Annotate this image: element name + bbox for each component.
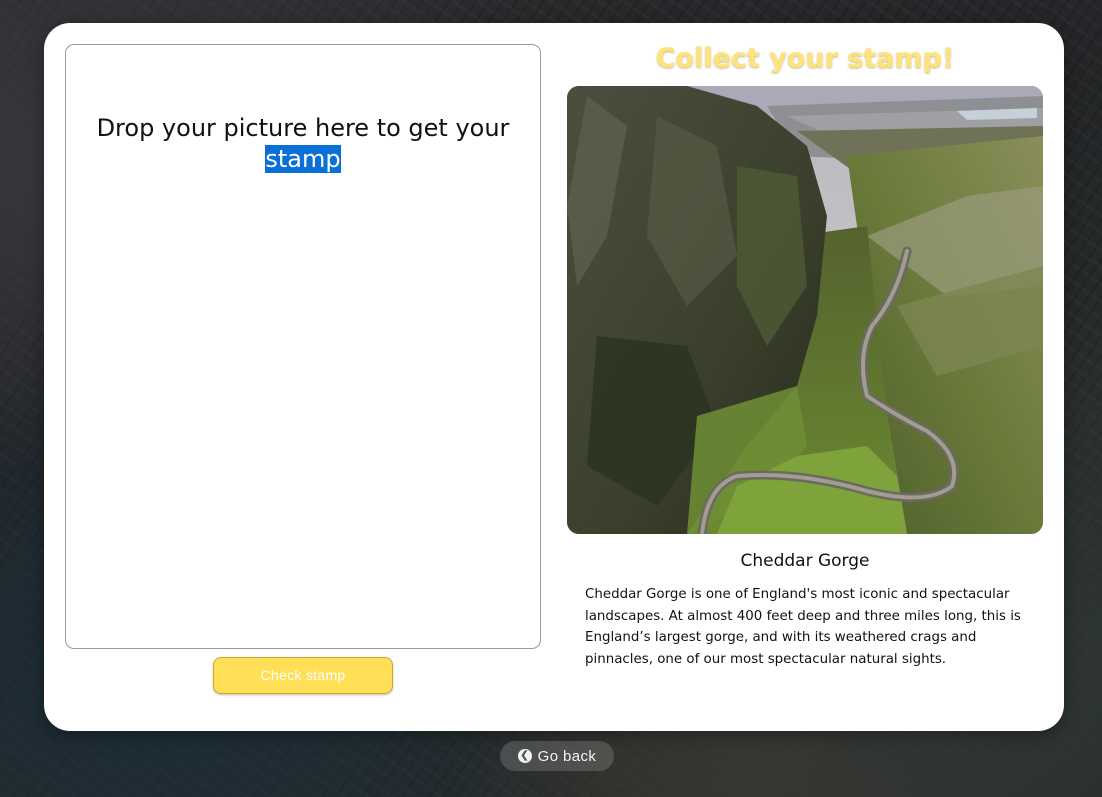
place-name: Cheddar Gorge [740, 551, 870, 571]
place-description: Cheddar Gorge is one of England's most i… [585, 587, 1021, 667]
landmark-photo [567, 86, 1043, 534]
go-back-button[interactable]: ❮ Go back [500, 741, 614, 771]
drop-instructions-selected-text: stamp [265, 145, 341, 173]
go-back-label: Go back [537, 747, 597, 765]
page-title: Collect your stamp! [655, 43, 955, 74]
drop-instructions-text: Drop your picture here to get your [96, 114, 510, 142]
check-stamp-button[interactable]: Check stamp [213, 657, 393, 694]
image-drop-zone[interactable]: Drop your picture here to get your stamp [65, 44, 541, 649]
cheddar-gorge-image [567, 86, 1043, 534]
drop-instructions: Drop your picture here to get your stamp [76, 113, 530, 175]
chevron-left-circle-icon: ❮ [517, 749, 532, 763]
stamp-card: Drop your picture here to get your stamp… [44, 23, 1064, 731]
